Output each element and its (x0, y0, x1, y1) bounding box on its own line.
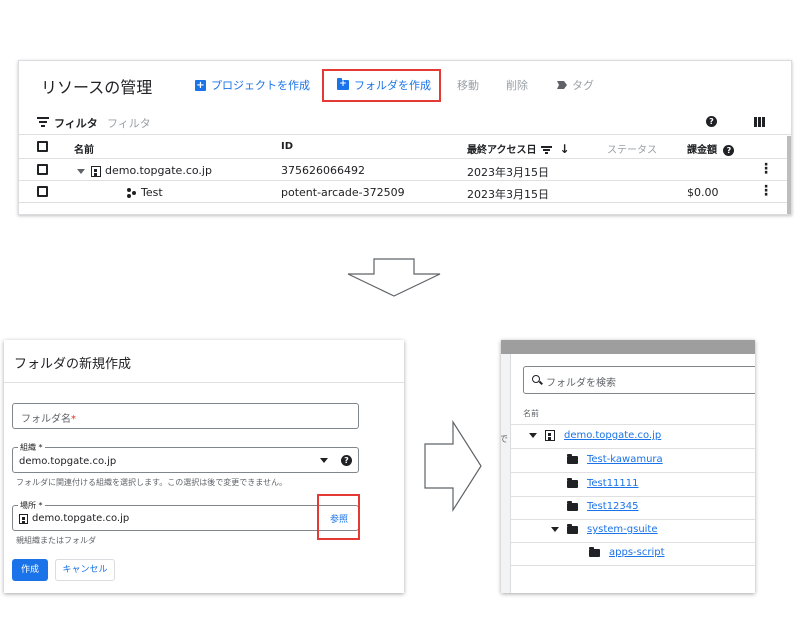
filter-icon[interactable] (37, 117, 49, 127)
cancel-button[interactable]: キャンセル (55, 559, 115, 581)
location-label: 場所 * (18, 500, 45, 511)
resource-id: potent-arcade-372509 (281, 186, 405, 199)
resource-id: 375626066492 (281, 164, 365, 177)
resource-manager-panel: リソースの管理 + プロジェクトを作成 + フォルダを作成 移動 削除 タグ フ… (18, 60, 792, 215)
folder-browser-topbar (501, 340, 755, 354)
organization-label: 組織 * (18, 442, 45, 453)
create-folder-highlight (322, 69, 441, 102)
help-icon[interactable]: ? (341, 455, 352, 466)
tag-icon (557, 81, 567, 89)
column-header-name[interactable]: 名前 (74, 141, 94, 156)
divider (511, 496, 755, 497)
tree-item-folder[interactable]: Test11111 (567, 477, 639, 489)
project-icon (127, 188, 137, 198)
search-icon (532, 375, 540, 383)
tags-button[interactable]: タグ (557, 77, 594, 93)
dropdown-caret-icon (320, 458, 328, 463)
folder-search-input[interactable]: フォルダを検索 (523, 366, 755, 394)
table-header-row: 名前 ID 最終アクセス日 ↓ ステータス 課金額 ? (19, 136, 791, 159)
filter-bar: フィルタ フィルタ ? (19, 109, 791, 135)
table-row[interactable]: demo.topgate.co.jp 375626066492 2023年3月1… (19, 159, 791, 181)
expand-caret-icon[interactable] (529, 433, 537, 438)
divider (511, 542, 755, 543)
row-checkbox[interactable] (37, 186, 48, 197)
resource-name[interactable]: Test (127, 186, 163, 199)
filter-input[interactable]: フィルタ (107, 115, 151, 131)
resource-last-access: 2023年3月15日 (467, 188, 549, 201)
column-header-status[interactable]: ステータス (607, 141, 657, 156)
folder-browser-panel: で フォルダを検索 名前 demo.topgate.co.jp Test-kaw… (501, 340, 755, 593)
folder-name-field[interactable]: フォルダ名* (12, 403, 359, 429)
location-value: demo.topgate.co.jp (19, 513, 129, 524)
page-title: リソースの管理 (41, 78, 153, 97)
tree-item-folder[interactable]: system-gsuite (551, 523, 658, 535)
tree-item-subfolder[interactable]: apps-script (589, 546, 665, 558)
resource-table: 名前 ID 最終アクセス日 ↓ ステータス 課金額 ? demo.topgate.… (19, 136, 791, 203)
folder-icon (567, 477, 578, 488)
organization-hint: フォルダに関連付ける組織を選択します。この選択は後で変更できません。 (16, 478, 287, 487)
scrollbar[interactable] (787, 136, 791, 214)
organization-icon (91, 165, 101, 177)
resource-manager-header: リソースの管理 + プロジェクトを作成 + フォルダを作成 移動 削除 タグ (19, 61, 791, 109)
organization-value: demo.topgate.co.jp (19, 456, 117, 467)
more-vert-icon[interactable]: ⋮ (759, 161, 773, 177)
create-project-button[interactable]: + プロジェクトを作成 (195, 77, 310, 93)
column-display-icon[interactable] (754, 117, 765, 127)
expand-caret-icon[interactable] (551, 527, 559, 532)
resource-last-access: 2023年3月15日 (467, 166, 549, 179)
resource-name[interactable]: demo.topgate.co.jp (77, 164, 212, 177)
organization-select[interactable]: 組織 * demo.topgate.co.jp ? (12, 442, 359, 473)
tree-item-root[interactable]: demo.topgate.co.jp (529, 430, 661, 441)
dialog-title: フォルダの新規作成 (14, 357, 132, 372)
sort-icon (540, 145, 552, 155)
folder-icon (567, 500, 578, 511)
tree-item-folder[interactable]: Test-kawamura (567, 453, 663, 465)
organization-icon (19, 513, 28, 524)
column-header-name: 名前 (523, 409, 539, 418)
billing-help-icon[interactable]: ? (723, 145, 735, 156)
divider (511, 448, 755, 449)
expand-caret-icon[interactable] (77, 168, 85, 174)
divider (511, 565, 755, 566)
column-header-id[interactable]: ID (281, 141, 293, 152)
select-all-checkbox[interactable] (37, 141, 48, 152)
cutoff-text: で (501, 435, 509, 445)
divider (511, 519, 755, 520)
browse-highlight (317, 494, 360, 540)
row-checkbox[interactable] (37, 164, 48, 175)
new-folder-dialog: フォルダの新規作成 フォルダ名* 組織 * demo.topgate.co.jp… (4, 340, 404, 593)
down-arrow-icon (347, 258, 441, 297)
column-header-billing[interactable]: 課金額 ? (687, 141, 735, 156)
more-vert-icon[interactable]: ⋮ (759, 183, 773, 199)
tree-item-folder[interactable]: Test12345 (567, 500, 639, 512)
divider (511, 424, 755, 425)
divider (511, 472, 755, 473)
organization-icon (545, 430, 555, 441)
dialog-divider (4, 382, 404, 383)
folder-icon (567, 523, 578, 534)
create-button[interactable]: 作成 (12, 559, 48, 581)
column-header-last-access[interactable]: 最終アクセス日 ↓ (467, 141, 570, 156)
location-hint: 親組織またはフォルダ (16, 536, 96, 545)
location-field[interactable]: 場所 * demo.topgate.co.jp 参照 (12, 500, 359, 531)
right-arrow-icon (424, 420, 482, 512)
folder-icon (589, 546, 600, 557)
table-row[interactable]: Test potent-arcade-372509 2023年3月15日 $0.… (19, 181, 791, 203)
folder-icon (567, 453, 578, 464)
move-button[interactable]: 移動 (457, 77, 479, 93)
arrow-down-icon: ↓ (559, 142, 570, 156)
delete-button[interactable]: 削除 (506, 77, 528, 93)
filter-label: フィルタ (54, 117, 98, 130)
background-dialog-edge (501, 354, 511, 593)
resource-billing: $0.00 (687, 186, 719, 199)
help-icon[interactable]: ? (706, 116, 717, 127)
add-box-icon: + (195, 79, 206, 91)
